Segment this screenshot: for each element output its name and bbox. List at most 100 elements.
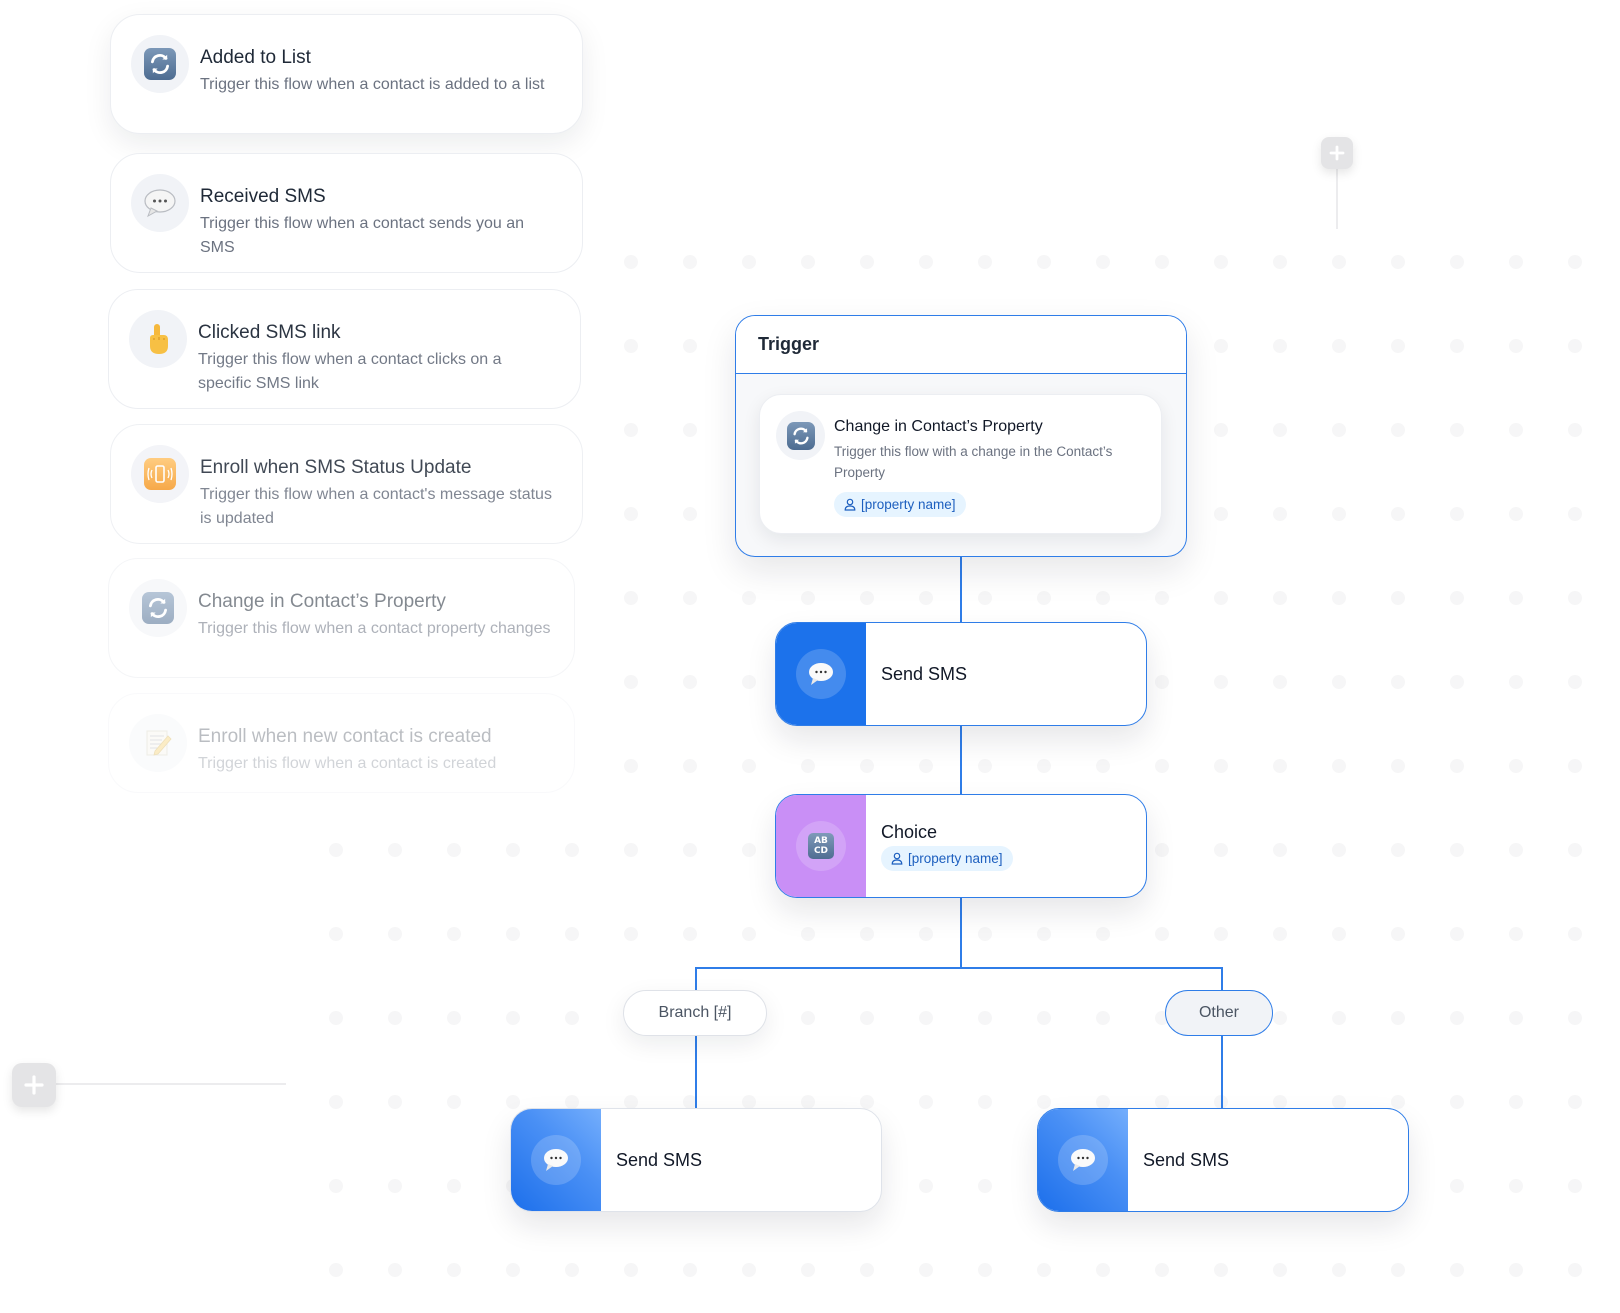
trigger-card[interactable]: Change in Contact’s Property Trigger thi… <box>759 394 1162 534</box>
send-sms-node-other[interactable]: Send SMS <box>1037 1108 1409 1212</box>
add-node-button-top[interactable] <box>1321 137 1353 169</box>
grid-dot <box>624 1095 638 1109</box>
grid-dot <box>506 843 520 857</box>
plus-icon <box>1329 145 1345 161</box>
grid-dot <box>1391 339 1405 353</box>
choice-node[interactable]: AB CD Choice [property name] <box>775 794 1147 898</box>
grid-dot <box>1155 675 1169 689</box>
grid-dot <box>1509 1263 1523 1277</box>
grid-dot <box>1332 843 1346 857</box>
trigger-option-change-in-contact-property[interactable]: Change in Contact’s Property Trigger thi… <box>108 558 575 678</box>
grid-dot <box>1037 1263 1051 1277</box>
grid-dot <box>801 1011 815 1025</box>
grid-dot <box>1273 1263 1287 1277</box>
trigger-option-title: Clicked SMS link <box>198 322 341 343</box>
grid-dot <box>683 507 697 521</box>
grid-dot <box>860 1263 874 1277</box>
refresh-arrows-icon <box>786 421 815 450</box>
speech-bubble-icon <box>544 1149 568 1171</box>
grid-dot <box>624 927 638 941</box>
property-tag[interactable]: [property name] <box>881 845 1013 871</box>
grid-dot <box>329 1263 343 1277</box>
trigger-option-title: Received SMS <box>200 186 326 207</box>
property-tag[interactable]: [property name] <box>834 492 966 517</box>
grid-dot <box>1509 1179 1523 1193</box>
grid-dot <box>506 927 520 941</box>
grid-dot <box>1155 1263 1169 1277</box>
grid-dot <box>1568 759 1582 773</box>
speech-bubble-icon <box>144 189 176 218</box>
grid-dot <box>624 255 638 269</box>
grid-dot <box>624 843 638 857</box>
grid-dot <box>1568 423 1582 437</box>
grid-dot <box>1450 759 1464 773</box>
trigger-option-received-sms[interactable]: Received SMS Trigger this flow when a co… <box>110 153 583 273</box>
grid-dot <box>1332 675 1346 689</box>
trigger-option-sms-status-update[interactable]: Enroll when SMS Status Update Trigger th… <box>110 424 583 544</box>
trigger-option-added-to-list[interactable]: Added to List Trigger this flow when a c… <box>110 14 583 134</box>
grid-dot <box>447 1011 461 1025</box>
grid-dot <box>978 1095 992 1109</box>
grid-dot <box>1155 255 1169 269</box>
grid-dot <box>329 1179 343 1193</box>
grid-dot <box>624 339 638 353</box>
trigger-option-new-contact-created[interactable]: Enroll when new contact is created Trigg… <box>108 693 575 793</box>
trigger-card-description: Trigger this flow with a change in the C… <box>834 444 1113 480</box>
grid-dot <box>624 759 638 773</box>
grid-dot <box>1450 591 1464 605</box>
grid-dot <box>329 1011 343 1025</box>
grid-dot <box>683 591 697 605</box>
grid-dot <box>1037 591 1051 605</box>
grid-dot <box>1214 591 1228 605</box>
trigger-option-title: Added to List <box>200 47 311 68</box>
grid-dot <box>683 255 697 269</box>
grid-dot <box>1273 423 1287 437</box>
abcd-letters-icon: AB CD <box>808 833 834 859</box>
grid-dot <box>919 255 933 269</box>
grid-dot <box>624 591 638 605</box>
trigger-node[interactable]: Trigger Change in Contact’s Property Tri… <box>735 315 1187 557</box>
grid-dot <box>919 591 933 605</box>
grid-dot <box>860 255 874 269</box>
grid-dot <box>388 927 402 941</box>
refresh-arrows-icon <box>142 592 174 624</box>
grid-dot <box>1450 423 1464 437</box>
grid-dot <box>1509 759 1523 773</box>
node-label: Send SMS <box>616 1149 703 1170</box>
grid-dot <box>919 1179 933 1193</box>
grid-dot <box>1391 843 1405 857</box>
grid-dot <box>565 1011 579 1025</box>
grid-dot <box>1450 1263 1464 1277</box>
grid-dot <box>1450 1095 1464 1109</box>
grid-dot <box>506 1011 520 1025</box>
grid-dot <box>1037 1011 1051 1025</box>
property-tag-label: [property name] <box>861 497 956 512</box>
grid-dot <box>1568 927 1582 941</box>
grid-dot <box>1509 507 1523 521</box>
grid-dot <box>1273 759 1287 773</box>
vibrating-phone-icon <box>144 458 176 490</box>
branch-pill[interactable]: Branch [#] <box>623 990 767 1036</box>
grid-dot <box>447 927 461 941</box>
grid-dot <box>1214 843 1228 857</box>
grid-dot <box>329 1095 343 1109</box>
grid-dot <box>860 759 874 773</box>
grid-dot <box>1155 1095 1169 1109</box>
refresh-arrows-icon <box>144 48 176 80</box>
grid-dot <box>1391 507 1405 521</box>
grid-dot <box>1037 1095 1051 1109</box>
send-sms-node[interactable]: Send SMS <box>775 622 1147 726</box>
grid-dot <box>1214 927 1228 941</box>
trigger-option-clicked-sms-link[interactable]: Clicked SMS link Trigger this flow when … <box>108 289 581 409</box>
trigger-card-title: Change in Contact’s Property <box>834 418 1043 435</box>
grid-dot <box>1214 423 1228 437</box>
branch-pill-other[interactable]: Other <box>1165 990 1273 1036</box>
grid-dot <box>742 1263 756 1277</box>
add-node-button-left[interactable] <box>12 1063 56 1107</box>
send-sms-node-branch[interactable]: Send SMS <box>510 1108 882 1212</box>
grid-dot <box>1450 255 1464 269</box>
grid-dot <box>742 591 756 605</box>
trigger-option-title: Enroll when SMS Status Update <box>200 457 472 478</box>
grid-dot <box>624 1263 638 1277</box>
trigger-option-title: Change in Contact’s Property <box>198 591 446 612</box>
